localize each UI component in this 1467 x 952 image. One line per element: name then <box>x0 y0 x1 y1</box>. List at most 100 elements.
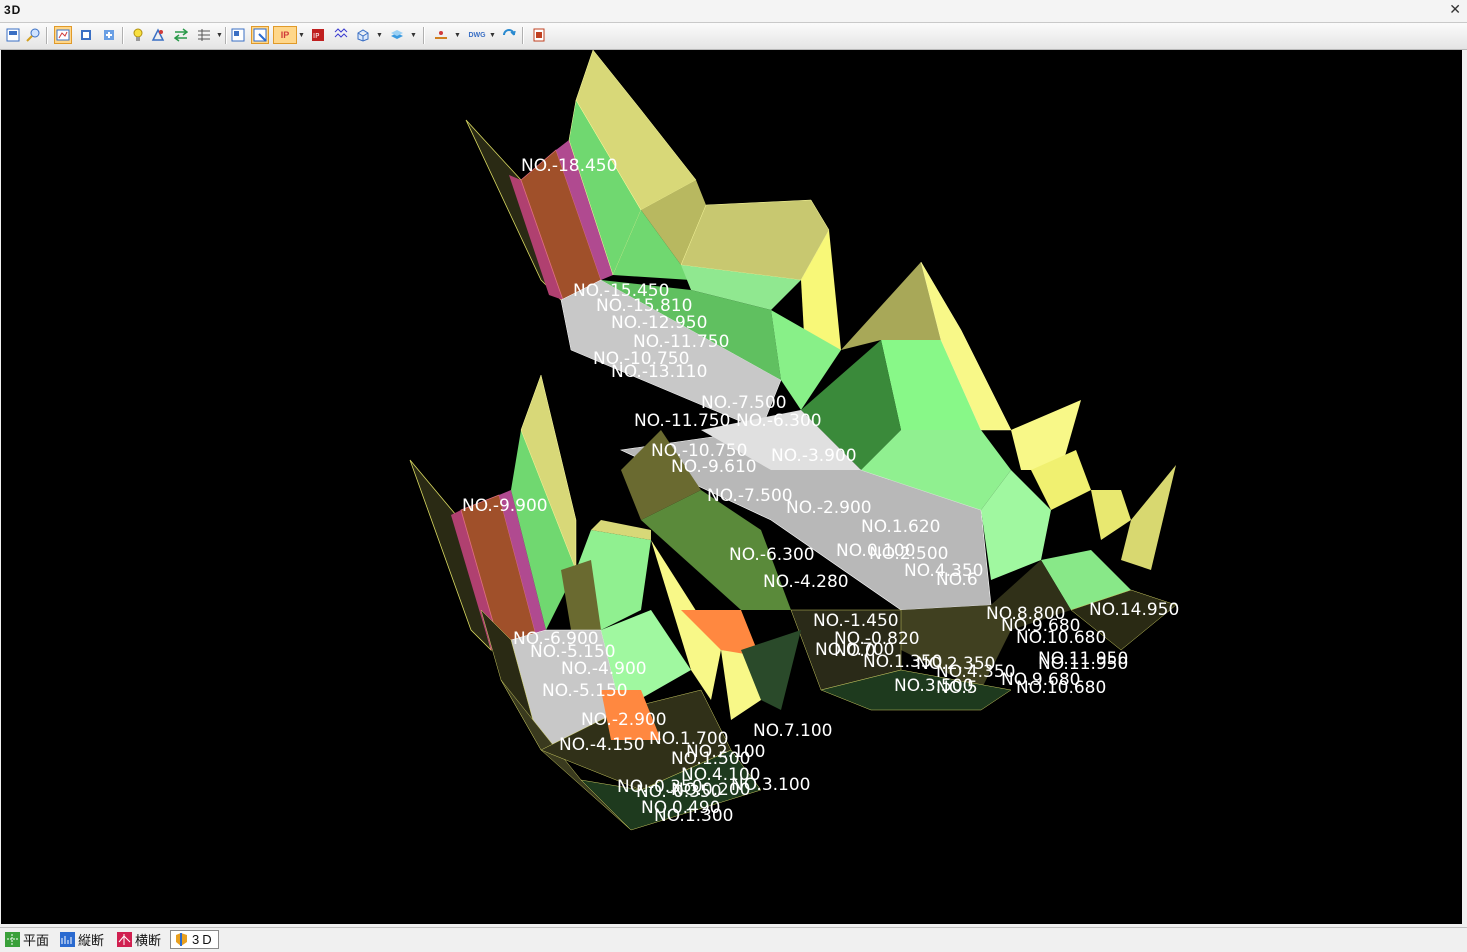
frame-button[interactable] <box>229 26 247 44</box>
3d-viewport[interactable]: NO.-18.450 NO.-15.450 NO.-15.810 NO.-12.950… <box>1 50 1462 924</box>
station-label: NO.-2.900 <box>786 498 872 518</box>
dwg-icon: DWG <box>468 31 486 39</box>
tab-label: 横断 <box>135 933 162 948</box>
station-label: NO.-4.150 <box>559 735 645 755</box>
cross-section-icon <box>117 932 132 947</box>
view-side-button[interactable] <box>100 26 118 44</box>
station-label: NO.1.300 <box>654 806 733 826</box>
station-label: NO.11.950 <box>1038 649 1128 669</box>
chevron-down-icon[interactable]: ▼ <box>216 32 223 40</box>
terrain-3d-scene[interactable]: NO.-18.450NO.-15.450NO.-15.810NO.-12.950… <box>1 50 1462 924</box>
export-icon <box>532 28 546 42</box>
layer-icon <box>390 28 404 42</box>
station-label: NO.-11.750 <box>634 411 730 431</box>
window-button[interactable] <box>251 26 269 44</box>
refresh-button[interactable] <box>500 26 518 44</box>
station-label: NO.-9.610 <box>671 457 757 477</box>
station-label: NO.-3.900 <box>771 446 857 466</box>
tab-cross-section[interactable]: 横断 <box>114 930 164 949</box>
station-label: NO.-13.110 <box>611 362 707 382</box>
tab-3d[interactable]: 3D <box>170 930 219 949</box>
chevron-down-icon[interactable]: ▼ <box>298 32 305 40</box>
view-tabs: 平面 縦断 横断 3D <box>0 927 1467 952</box>
chevron-down-icon[interactable]: ▼ <box>454 32 461 40</box>
light-button[interactable] <box>129 26 147 44</box>
station-label: NO.10.680 <box>1016 628 1106 648</box>
render-mode-button[interactable] <box>54 26 72 44</box>
plan-icon <box>5 932 20 947</box>
station-label: NO.-1.450 <box>813 611 899 631</box>
ipdata-button[interactable]: IP <box>309 26 327 44</box>
station-label: NO.0.200 <box>671 780 750 800</box>
zoom-button[interactable] <box>24 26 42 44</box>
tab-label: 3D <box>192 932 215 947</box>
station-label: NO.1.620 <box>861 517 940 537</box>
ipdata-icon: IP <box>311 28 325 42</box>
tab-label: 縦断 <box>78 933 105 948</box>
view-side-icon <box>102 28 116 42</box>
settings-button[interactable] <box>149 26 167 44</box>
toolbar-separator <box>46 27 48 44</box>
station-label: NO.-6.300 <box>736 411 822 431</box>
station-label: NO.5 <box>936 678 978 698</box>
view-front-icon <box>79 28 93 42</box>
grid-icon <box>197 28 211 42</box>
station-label: NO.-18.450 <box>521 156 617 176</box>
toolbar: ▼ IP ▼ IP ▼ ▼ ▼ DWG ▼ <box>0 23 1467 50</box>
wave-icon <box>334 28 348 42</box>
station-label: NO.-4.900 <box>561 659 647 679</box>
station-label: NO.-7.500 <box>707 486 793 506</box>
zoom-icon <box>26 28 40 42</box>
ip-label-button[interactable]: IP <box>273 26 297 44</box>
toolbar-separator <box>522 27 524 44</box>
station-label: NO.7.100 <box>753 721 832 741</box>
light-icon <box>131 28 145 42</box>
grid-button[interactable] <box>195 26 213 44</box>
box-button[interactable] <box>354 26 372 44</box>
toolbar-separator <box>122 27 124 44</box>
dwg-button[interactable]: DWG <box>466 26 488 44</box>
wave-button[interactable] <box>332 26 350 44</box>
close-button[interactable]: ✕ <box>1449 1 1461 18</box>
export-button[interactable] <box>530 26 548 44</box>
box-icon <box>356 28 370 42</box>
ip-label-icon: IP <box>280 30 290 40</box>
view-front-button[interactable] <box>77 26 95 44</box>
chevron-down-icon[interactable]: ▼ <box>376 32 383 40</box>
window-icon <box>253 28 267 42</box>
save-view-icon <box>6 28 20 42</box>
toolbar-separator <box>225 27 227 44</box>
measure-icon <box>434 28 448 42</box>
save-view-button[interactable] <box>4 26 22 44</box>
tab-plan[interactable]: 平面 <box>2 930 52 949</box>
frame-icon <box>231 28 245 42</box>
station-label: NO.-7.500 <box>701 393 787 413</box>
render-mode-icon <box>56 28 70 42</box>
window-titlebar: 3D ✕ <box>0 0 1467 23</box>
station-label: NO.1.500 <box>671 749 750 769</box>
station-label: NO.-4.280 <box>763 572 849 592</box>
measure-button[interactable] <box>432 26 450 44</box>
station-label: NO.14.950 <box>1089 600 1179 620</box>
window-title: 3D <box>4 3 22 17</box>
station-label: NO.10.680 <box>1016 678 1106 698</box>
station-label: NO.-2.900 <box>581 710 667 730</box>
svg-text:IP: IP <box>313 32 319 40</box>
refresh-icon <box>502 28 516 42</box>
settings-icon <box>151 28 165 42</box>
profile-icon <box>60 932 75 947</box>
station-label: NO.-9.900 <box>462 496 548 516</box>
layer-button[interactable] <box>388 26 406 44</box>
station-label: NO.-6.300 <box>729 545 815 565</box>
tab-profile[interactable]: 縦断 <box>57 930 107 949</box>
station-label: NO.6 <box>936 570 978 590</box>
chevron-down-icon[interactable]: ▼ <box>410 32 417 40</box>
station-label: NO.-5.150 <box>542 681 628 701</box>
station-label: NO.-12.950 <box>611 313 707 333</box>
3d-icon <box>174 932 189 947</box>
toolbar-separator <box>423 27 425 44</box>
tab-label: 平面 <box>23 933 50 948</box>
chevron-down-icon[interactable]: ▼ <box>489 32 496 40</box>
swap-icon <box>173 28 189 42</box>
swap-button[interactable] <box>172 26 190 44</box>
